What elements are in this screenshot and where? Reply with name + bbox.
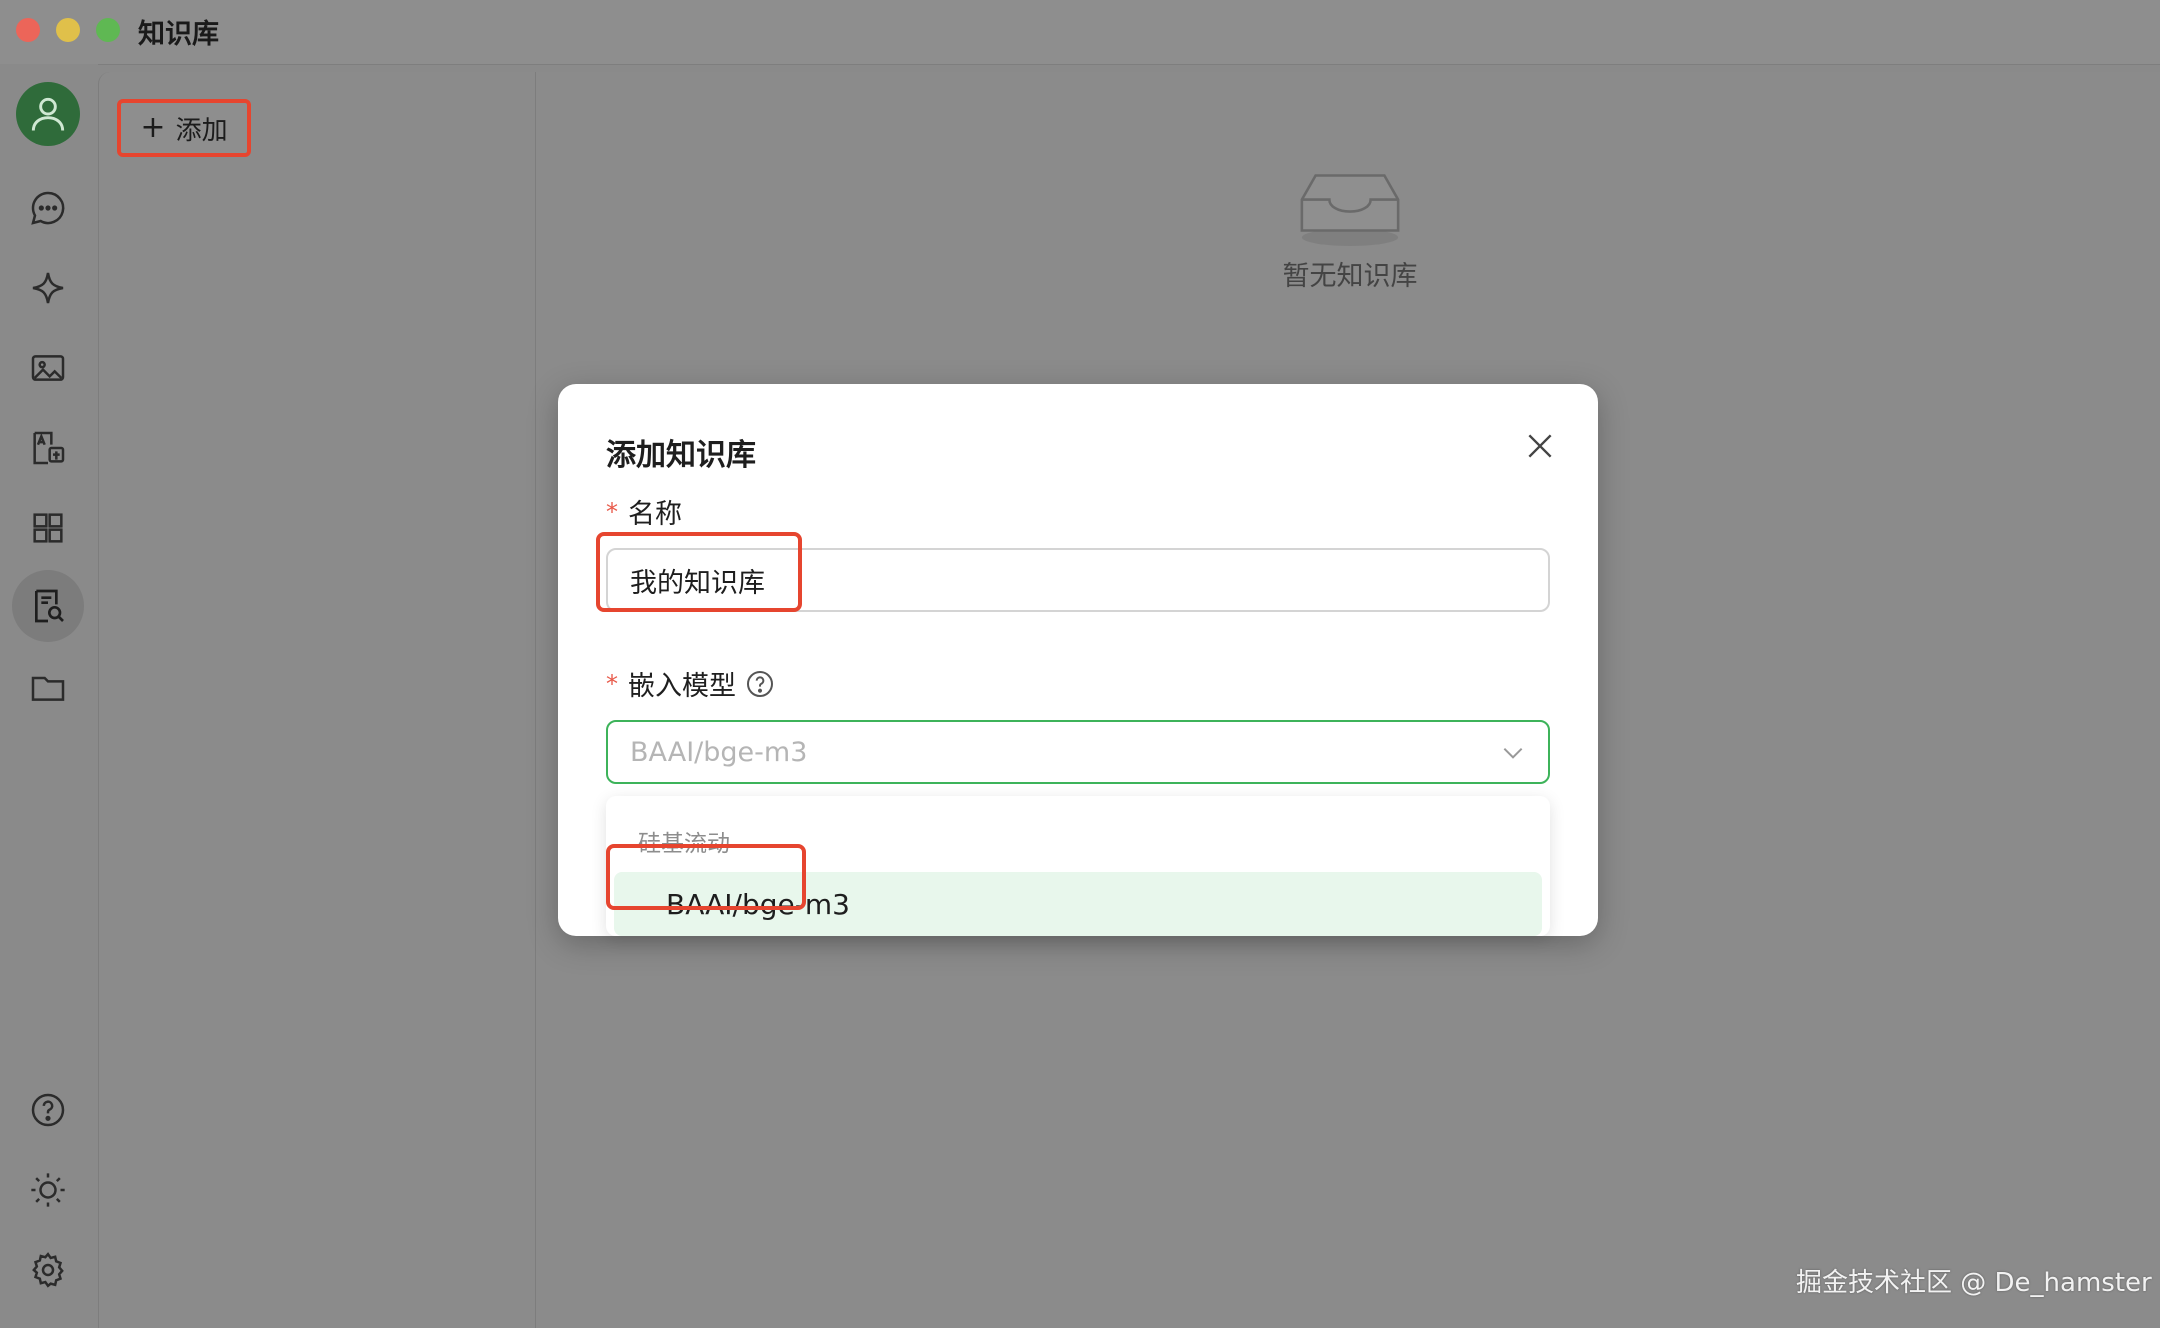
sidebar-settings-button[interactable] (24, 1246, 72, 1294)
sidebar-theme-button[interactable] (24, 1166, 72, 1214)
question-icon[interactable] (744, 668, 776, 700)
close-icon (1528, 434, 1552, 458)
sparkle-icon (32, 272, 64, 304)
folder-icon (31, 676, 65, 701)
sidebar-item-translate[interactable] (24, 424, 72, 472)
watermark: 掘金技术社区 @ De_hamster (1796, 1268, 2152, 1298)
close-window-button[interactable] (16, 18, 40, 42)
user-avatar[interactable] (16, 82, 80, 146)
empty-inbox-icon (1300, 174, 1400, 246)
add-knowledge-button[interactable]: + 添加 (117, 99, 251, 157)
gear-icon (32, 1252, 64, 1288)
sun-icon (31, 1173, 65, 1207)
embed-model-field-label: * 嵌入模型 (606, 664, 776, 703)
required-marker: * (606, 497, 618, 526)
minimize-window-button[interactable] (56, 18, 80, 42)
plus-icon: + (140, 110, 166, 145)
knowledge-list-panel (98, 72, 536, 1328)
translate-icon (33, 431, 65, 465)
sidebar-item-files[interactable] (24, 664, 72, 712)
name-highlight-box (596, 532, 802, 612)
add-button-label: 添加 (175, 115, 228, 146)
sidebar-item-chat[interactable] (24, 184, 72, 232)
modal-title: 添加知识库 (606, 438, 756, 473)
sidebar-item-agents[interactable] (24, 264, 72, 312)
name-field-label: * 名称 (606, 497, 682, 531)
title-bar: 知识库 (0, 0, 2160, 65)
sidebar-item-apps[interactable] (24, 504, 72, 552)
chat-bubble-icon (31, 191, 65, 225)
chevron-down-icon (1503, 747, 1523, 759)
sidebar-item-knowledge[interactable] (24, 582, 72, 630)
knowledge-search-icon (35, 589, 64, 623)
embed-model-select[interactable]: BAAI/bge-m3 (606, 720, 1550, 784)
add-knowledge-modal: 添加知识库 * 名称 我的知识库 * 嵌入模型 BAAI/bge-m3 硅基流动… (558, 384, 1598, 936)
modal-close-button[interactable] (1518, 424, 1562, 468)
help-circle-icon (31, 1093, 65, 1127)
empty-state: 暂无知识库 (1240, 158, 1460, 293)
embed-model-placeholder: BAAI/bge-m3 (630, 736, 808, 768)
maximize-window-button[interactable] (96, 18, 120, 42)
sidebar-help-button[interactable] (24, 1086, 72, 1134)
image-icon (31, 355, 65, 381)
sidebar-item-images[interactable] (24, 344, 72, 392)
required-marker: * (606, 669, 618, 698)
empty-state-text: 暂无知识库 (1282, 261, 1418, 292)
user-icon (31, 97, 65, 131)
option-highlight-box (606, 844, 806, 910)
window-title: 知识库 (138, 19, 219, 50)
grid-icon (33, 513, 63, 543)
